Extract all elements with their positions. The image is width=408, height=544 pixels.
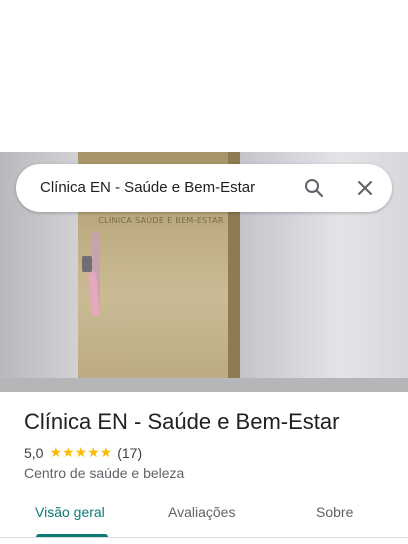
tabs-divider [0,537,408,538]
tab-about[interactable]: Sobre [316,504,353,520]
door-sign-text: CLÍNICA SAÚDE E BEM-ESTAR [98,216,224,225]
search-bar[interactable]: Clínica EN - Saúde e Bem-Estar [16,164,392,212]
rating-value: 5,0 [24,444,44,461]
tab-reviews[interactable]: Avaliações [168,504,235,520]
door-handle-base [82,256,92,272]
search-query[interactable]: Clínica EN - Saúde e Bem-Estar [40,179,255,196]
place-tabs: Visão geral Avaliações Sobre [0,494,408,538]
tab-overview[interactable]: Visão geral [35,504,105,520]
map-blank-area [0,0,408,152]
review-count[interactable]: (17) [117,445,142,461]
close-icon[interactable] [353,176,377,200]
star-rating-icon: ★★★★★ [49,444,113,460]
search-icon[interactable] [302,176,326,200]
place-category[interactable]: Centro de saúde e beleza [24,465,184,481]
place-title: Clínica EN - Saúde e Bem-Estar [24,409,340,434]
photo-floor [0,378,408,392]
rating-row[interactable]: 5,0 ★★★★★ (17) [24,444,142,461]
